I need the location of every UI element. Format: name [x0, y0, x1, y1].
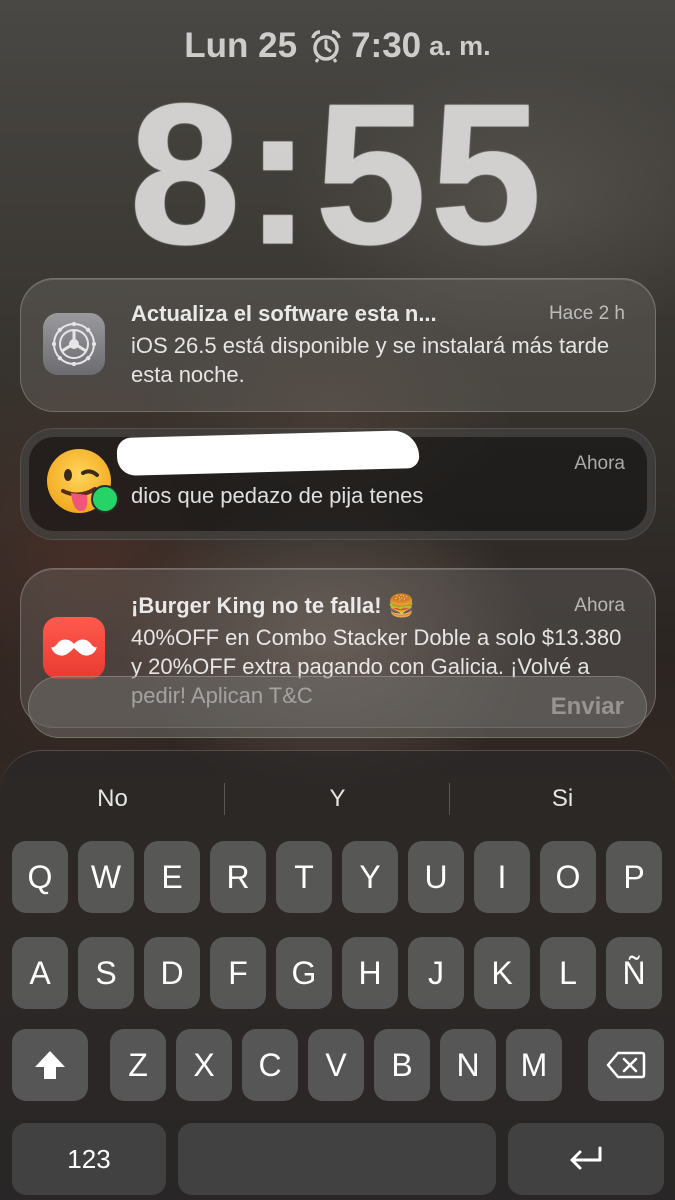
- redacted-sender-name: [116, 430, 420, 476]
- key-e[interactable]: E: [144, 841, 200, 913]
- key-z[interactable]: Z: [110, 1029, 166, 1101]
- notification-title: Actualiza el software esta n...: [131, 301, 437, 326]
- notification-body: dios que pedazo de pija tenes: [131, 483, 424, 508]
- predictive-text-bar: No Y Si: [0, 779, 675, 819]
- suggestion-divider: [224, 783, 225, 815]
- return-arrow-icon: [570, 1146, 602, 1170]
- key-o[interactable]: O: [540, 841, 596, 913]
- notification-software-update[interactable]: Actualiza el software esta n... Hace 2 h…: [20, 278, 656, 412]
- key-k[interactable]: K: [474, 937, 530, 1009]
- burger-king-app-icon: [43, 617, 105, 679]
- shift-key[interactable]: [12, 1029, 88, 1101]
- key-c[interactable]: C: [242, 1029, 298, 1101]
- mustache-icon: [51, 639, 97, 656]
- gear-icon: [52, 322, 96, 366]
- key-g[interactable]: G: [276, 937, 332, 1009]
- keyboard: No Y Si Q W E R T Y U I O P A S D F G H J K L Ñ Z X C V B N M 123: [0, 750, 675, 1200]
- notification-body: iOS 26.5 está disponible y se instalará …: [131, 333, 610, 387]
- alarm-ampm: a. m.: [429, 30, 491, 61]
- return-key[interactable]: [508, 1123, 664, 1195]
- space-key[interactable]: [178, 1123, 496, 1195]
- key-h[interactable]: H: [342, 937, 398, 1009]
- key-y[interactable]: Y: [342, 841, 398, 913]
- key-i[interactable]: I: [474, 841, 530, 913]
- notification-time: Hace 2 h: [548, 303, 625, 324]
- notification-title: ¡Burger King no te falla! 🍔: [131, 593, 416, 618]
- key-s[interactable]: S: [78, 937, 134, 1009]
- suggestion-2[interactable]: Y: [225, 779, 450, 819]
- key-b[interactable]: B: [374, 1029, 430, 1101]
- shift-arrow-icon: [35, 1051, 65, 1079]
- notification-time: Ahora: [574, 595, 625, 616]
- key-w[interactable]: W: [78, 841, 134, 913]
- key-j[interactable]: J: [408, 937, 464, 1009]
- key-a[interactable]: A: [12, 937, 68, 1009]
- suggestion-divider: [449, 783, 450, 815]
- key-l[interactable]: L: [540, 937, 596, 1009]
- notification-whatsapp-message[interactable]: Ahora dios que pedazo de pija tenes: [20, 428, 656, 540]
- backspace-icon: [606, 1051, 646, 1079]
- key-r[interactable]: R: [210, 841, 266, 913]
- notification-time: Ahora: [574, 453, 625, 474]
- key-n[interactable]: N: [440, 1029, 496, 1101]
- delete-key[interactable]: [588, 1029, 664, 1101]
- lockscreen-clock: 8:55: [129, 62, 546, 287]
- key-m[interactable]: M: [506, 1029, 562, 1101]
- key-ñ[interactable]: Ñ: [606, 937, 662, 1009]
- key-v[interactable]: V: [308, 1029, 364, 1101]
- whatsapp-badge-icon: [91, 485, 119, 513]
- reply-input-bar[interactable]: Enviar: [28, 676, 647, 738]
- suggestion-1[interactable]: No: [0, 779, 225, 819]
- key-t[interactable]: T: [276, 841, 332, 913]
- alarm-clock-icon: [311, 30, 341, 63]
- key-x[interactable]: X: [176, 1029, 232, 1101]
- settings-app-icon: [43, 313, 105, 375]
- key-q[interactable]: Q: [12, 841, 68, 913]
- key-p[interactable]: P: [606, 841, 662, 913]
- key-d[interactable]: D: [144, 937, 200, 1009]
- send-button[interactable]: Enviar: [551, 693, 624, 721]
- key-u[interactable]: U: [408, 841, 464, 913]
- key-f[interactable]: F: [210, 937, 266, 1009]
- suggestion-3[interactable]: Si: [450, 779, 675, 819]
- numbers-key[interactable]: 123: [12, 1123, 166, 1195]
